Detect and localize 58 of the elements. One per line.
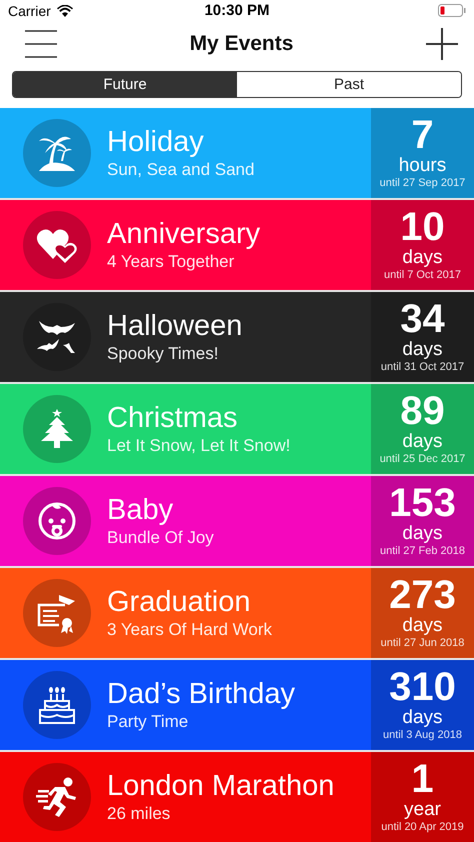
event-row[interactable]: Graduation 3 Years Of Hard Work 273 days until 27 Jun 2018 xyxy=(0,568,474,658)
event-title: Christmas xyxy=(107,401,239,435)
countdown-number: 153 xyxy=(389,482,456,524)
event-title: Graduation xyxy=(107,585,252,619)
event-title: Anniversary xyxy=(107,217,260,251)
add-button[interactable] xyxy=(426,28,458,60)
event-subtitle: 26 miles xyxy=(107,803,172,825)
event-subtitle: Sun, Sea and Sand xyxy=(107,159,254,181)
until-date: until 20 Apr 2019 xyxy=(381,820,464,835)
wifi-icon xyxy=(56,4,73,17)
event-row[interactable]: Holiday Sun, Sea and Sand 7 hours until 27 Sep 2017 xyxy=(0,108,474,198)
event-title: Halloween xyxy=(107,309,242,343)
countdown-number: 7 xyxy=(411,114,434,156)
countdown-number: 34 xyxy=(400,298,445,340)
until-date: until 27 Jun 2018 xyxy=(380,636,464,651)
carrier-label: Carrier xyxy=(8,2,51,19)
event-row[interactable]: Halloween Spooky Times! 34 days until 31 Oct 2017 xyxy=(0,292,474,382)
event-row[interactable]: Dad’s Birthday Party Time 310 days until 3 Aug 2018 xyxy=(0,660,474,750)
event-title: Baby xyxy=(107,493,174,527)
countdown-unit: days xyxy=(402,248,443,268)
event-subtitle: Bundle Of Joy xyxy=(107,527,214,549)
until-date: until 31 Oct 2017 xyxy=(380,360,464,375)
until-date: until 27 Sep 2017 xyxy=(380,176,466,191)
countdown-number: 310 xyxy=(389,666,456,708)
event-row[interactable]: Anniversary 4 Years Together 10 days until 7 Oct 2017 xyxy=(0,200,474,290)
countdown-number: 1 xyxy=(411,758,434,800)
countdown-unit: days xyxy=(402,616,443,636)
countdown-unit: days xyxy=(402,708,443,728)
countdown-unit: days xyxy=(402,432,443,452)
countdown-number: 10 xyxy=(400,206,445,248)
event-title: London Marathon xyxy=(107,769,334,803)
segment-tab[interactable]: Future xyxy=(13,72,237,97)
event-subtitle: 4 Years Together xyxy=(107,251,236,273)
until-date: until 3 Aug 2018 xyxy=(383,728,462,743)
event-subtitle: Party Time xyxy=(107,711,190,733)
battery-icon xyxy=(438,4,466,18)
countdown-unit: hours xyxy=(398,156,446,176)
event-row[interactable]: London Marathon 26 miles 1 year until 20 Apr 2019 xyxy=(0,752,474,842)
event-subtitle: Let It Snow, Let It Snow! xyxy=(107,435,290,457)
countdown-unit: year xyxy=(404,800,441,820)
menu-button[interactable] xyxy=(25,28,57,59)
plus-icon xyxy=(426,28,458,60)
screen-title: My Events xyxy=(190,32,294,56)
countdown-unit: days xyxy=(402,524,443,544)
event-subtitle: 3 Years Of Hard Work xyxy=(107,619,272,641)
menu-icon xyxy=(25,28,57,59)
countdown-unit: days xyxy=(402,340,443,360)
running-person-icon xyxy=(35,775,79,819)
countdown-number: 273 xyxy=(389,574,456,616)
until-date: until 7 Oct 2017 xyxy=(384,268,462,283)
until-date: until 27 Feb 2018 xyxy=(380,544,465,559)
event-title: Holiday xyxy=(107,125,205,159)
until-date: until 25 Dec 2017 xyxy=(380,452,466,467)
event-row[interactable]: Baby Bundle Of Joy 153 days until 27 Feb 2018 xyxy=(0,476,474,566)
event-title: Dad’s Birthday xyxy=(107,677,296,711)
countdown-number: 89 xyxy=(400,390,445,432)
clock-time: 10:30 PM xyxy=(204,2,270,20)
event-subtitle: Spooky Times! xyxy=(107,343,220,365)
